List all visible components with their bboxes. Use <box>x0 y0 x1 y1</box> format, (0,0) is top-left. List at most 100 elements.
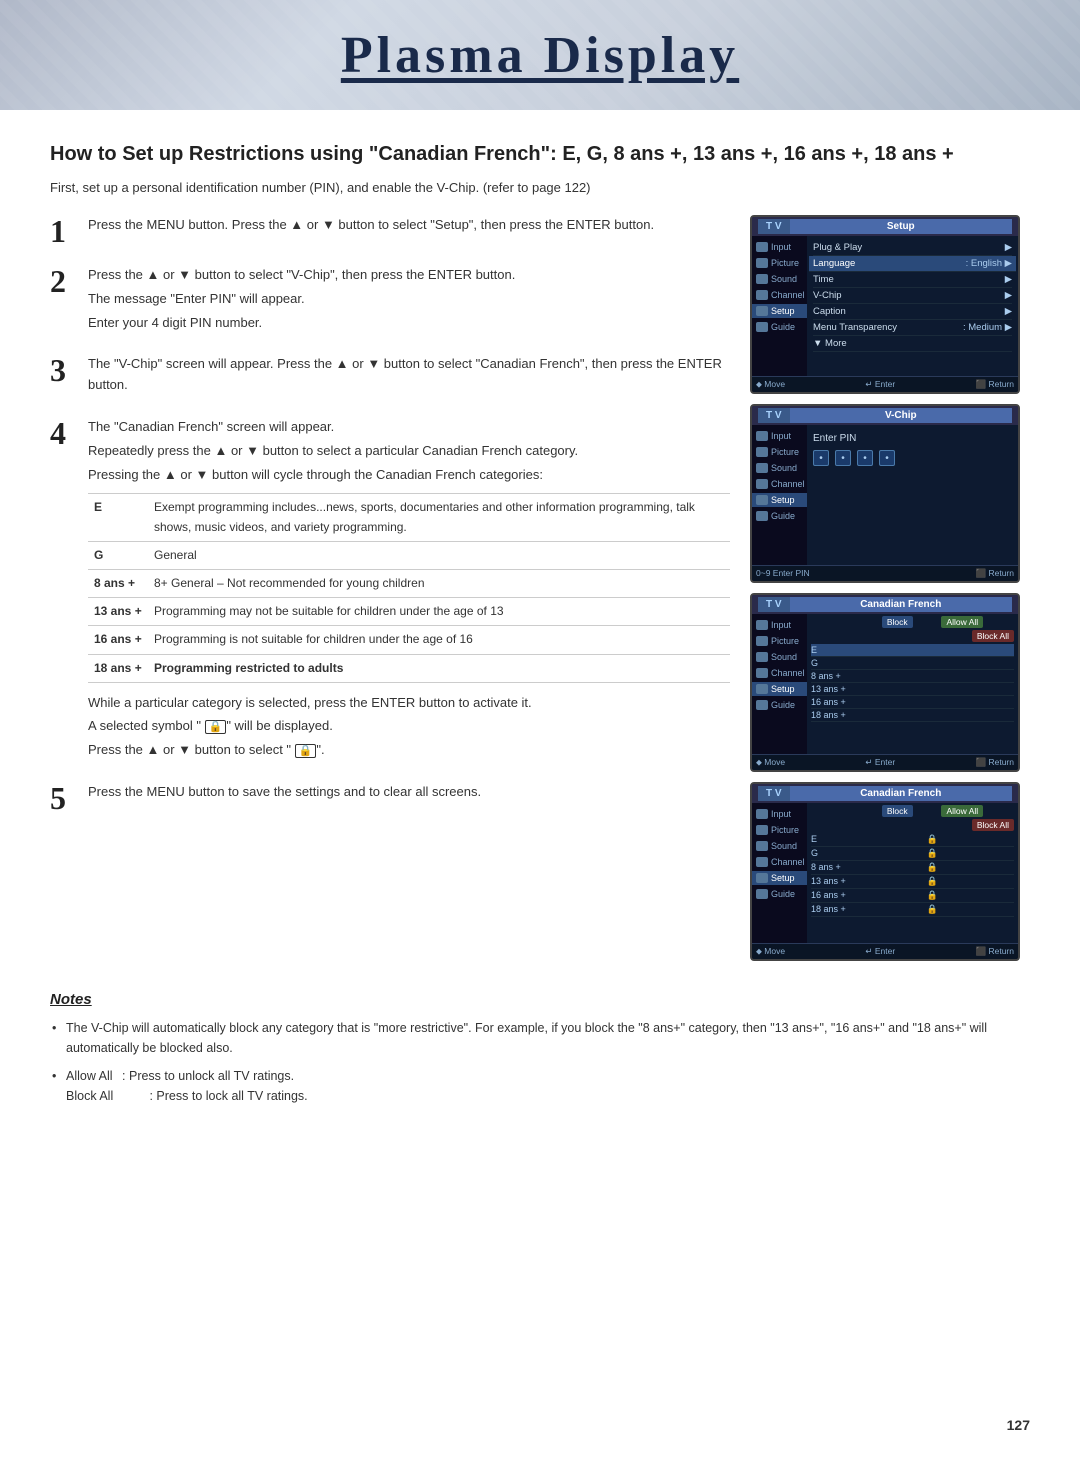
step-3-content: The "V-Chip" screen will appear. Press t… <box>88 354 730 399</box>
section-heading: How to Set up Restrictions using "Canadi… <box>50 140 1030 168</box>
cf2-row-e: E 🔒 <box>811 833 1014 847</box>
channel-icon <box>756 290 768 300</box>
tv-header-setup: T V Setup <box>752 217 1018 236</box>
sidebar-item-picture2: Picture <box>752 445 807 459</box>
sidebar-item-sound: Sound <box>752 272 807 286</box>
cf1-sidebar-sound: Sound <box>752 650 807 664</box>
table-row: 16 ans + Programming is not suitable for… <box>88 626 730 654</box>
menu-more: ▼ More <box>813 336 1012 352</box>
cf1-sidebar-guide: Guide <box>752 698 807 712</box>
step-5-number: 5 <box>50 782 74 814</box>
menu-plug-play: Plug & Play▶ <box>813 240 1012 256</box>
cf1-row-8: 8 ans + <box>811 670 1014 683</box>
note-item-1: The V-Chip will automatically block any … <box>50 1018 1030 1058</box>
menu-vchip: V-Chip▶ <box>813 288 1012 304</box>
table-row: G General <box>88 541 730 569</box>
cf1-allow-btn: Allow All <box>941 616 983 628</box>
intro-text: First, set up a personal identification … <box>50 180 1030 195</box>
cf2-allow-btn: Allow All <box>941 805 983 817</box>
sidebar-item-channel2: Channel <box>752 477 807 491</box>
tv-sidebar-setup: Input Picture Sound Channel Setup Guide <box>752 236 807 376</box>
tv-body-cf2: Input Picture Sound Channel Setup Guide … <box>752 803 1018 943</box>
step4-extra-notes: While a particular category is selected,… <box>88 693 730 761</box>
sidebar-item-picture: Picture <box>752 256 807 270</box>
sidebar-item-channel: Channel <box>752 288 807 302</box>
notes-title: Notes <box>50 991 1030 1008</box>
cf2-row-g: G 🔒 <box>811 847 1014 861</box>
step-1-content: Press the MENU button. Press the ▲ or ▼ … <box>88 215 654 239</box>
page-number: 127 <box>1007 1417 1030 1433</box>
tv-footer-vchip: 0~9 Enter PIN ⬛ Return <box>752 565 1018 581</box>
cf2-sidebar-guide: Guide <box>752 887 807 901</box>
cf1-block-btn: Block <box>882 616 913 628</box>
main-content: How to Set up Restrictions using "Canadi… <box>0 110 1080 1144</box>
cf1-sidebar-channel: Channel <box>752 666 807 680</box>
input-icon <box>756 242 768 252</box>
pin-label: Enter PIN <box>813 433 1012 444</box>
cat-label-13: 13 ans + <box>88 598 148 626</box>
cf1-sidebar-input: Input <box>752 618 807 632</box>
cf2-row-16: 16 ans + 🔒 <box>811 889 1014 903</box>
guide-icon <box>756 322 768 332</box>
page-title: Plasma Display <box>341 26 739 85</box>
pin-dots: • • • • <box>813 450 1012 466</box>
cf1-block-all-btn: Block All <box>972 630 1014 642</box>
table-row: 13 ans + Programming may not be suitable… <box>88 598 730 626</box>
cat-desc-8: 8+ General – Not recommended for young c… <box>148 569 730 597</box>
tv-sidebar-cf1: Input Picture Sound Channel Setup Guide <box>752 614 807 754</box>
step-4-content: The "Canadian French" screen will appear… <box>88 417 730 764</box>
tv-header-cf1: T V Canadian French <box>752 595 1018 614</box>
setup-icon <box>756 306 768 316</box>
picture-icon <box>756 258 768 268</box>
sidebar-item-setup: Setup <box>752 304 807 318</box>
menu-language: Language: English ▶ <box>809 256 1016 272</box>
page-header: Plasma Display <box>0 0 1080 110</box>
tv-screen-cf2: T V Canadian French Input Picture Sound … <box>750 782 1020 961</box>
step-3: 3 The "V-Chip" screen will appear. Press… <box>50 354 730 399</box>
notes-section: Notes The V-Chip will automatically bloc… <box>50 981 1030 1106</box>
table-row: 8 ans + 8+ General – Not recommended for… <box>88 569 730 597</box>
menu-transparency: Menu Transparency: Medium ▶ <box>813 320 1012 336</box>
tv-header-cf2: T V Canadian French <box>752 784 1018 803</box>
cf2-sidebar-sound: Sound <box>752 839 807 853</box>
cat-label-18: 18 ans + <box>88 654 148 682</box>
cf2-sidebar-picture: Picture <box>752 823 807 837</box>
notes-list: The V-Chip will automatically block any … <box>50 1018 1030 1106</box>
cf2-row-18: 18 ans + 🔒 <box>811 903 1014 917</box>
sidebar-item-sound2: Sound <box>752 461 807 475</box>
category-table: E Exempt programming includes...news, sp… <box>88 493 730 682</box>
cat-desc-16: Programming is not suitable for children… <box>148 626 730 654</box>
step-2: 2 Press the ▲ or ▼ button to select "V-C… <box>50 265 730 336</box>
pin-dot-2: • <box>835 450 851 466</box>
cf1-col-headers: Block Allow All <box>811 616 1014 628</box>
pin-dot-4: • <box>879 450 895 466</box>
tv-pin-area: Enter PIN • • • • <box>807 425 1018 565</box>
note-item-2: Allow All : Press to unlock all TV ratin… <box>50 1066 1030 1106</box>
cf2-block-all-btn: Block All <box>972 819 1014 831</box>
menu-caption: Caption▶ <box>813 304 1012 320</box>
cf2-block-btn: Block <box>882 805 913 817</box>
menu-time: Time▶ <box>813 272 1012 288</box>
steps-layout: 1 Press the MENU button. Press the ▲ or … <box>50 215 1030 961</box>
cf2-sidebar-input: Input <box>752 807 807 821</box>
tv-sidebar-cf2: Input Picture Sound Channel Setup Guide <box>752 803 807 943</box>
step-5: 5 Press the MENU button to save the sett… <box>50 782 730 814</box>
step-2-number: 2 <box>50 265 74 297</box>
cf2-sidebar-channel: Channel <box>752 855 807 869</box>
tv-screen-setup: T V Setup Input Picture Sound Channel Se… <box>750 215 1020 394</box>
sound-icon <box>756 274 768 284</box>
cat-label-16: 16 ans + <box>88 626 148 654</box>
pin-dot-3: • <box>857 450 873 466</box>
cat-label-e: E <box>88 494 148 541</box>
step-4: 4 The "Canadian French" screen will appe… <box>50 417 730 764</box>
tv-screen-vchip: T V V-Chip Input Picture Sound Channel S… <box>750 404 1020 583</box>
step-1-number: 1 <box>50 215 74 247</box>
sidebar-item-input2: Input <box>752 429 807 443</box>
cat-label-8: 8 ans + <box>88 569 148 597</box>
tv-footer-cf1: ⬥ Move ↵ Enter ⬛ Return <box>752 754 1018 770</box>
tv-footer-cf2: ⬥ Move ↵ Enter ⬛ Return <box>752 943 1018 959</box>
sidebar-item-guide2: Guide <box>752 509 807 523</box>
tv-sidebar-vchip: Input Picture Sound Channel Setup Guide <box>752 425 807 565</box>
step-5-content: Press the MENU button to save the settin… <box>88 782 481 806</box>
step-2-content: Press the ▲ or ▼ button to select "V-Chi… <box>88 265 515 336</box>
